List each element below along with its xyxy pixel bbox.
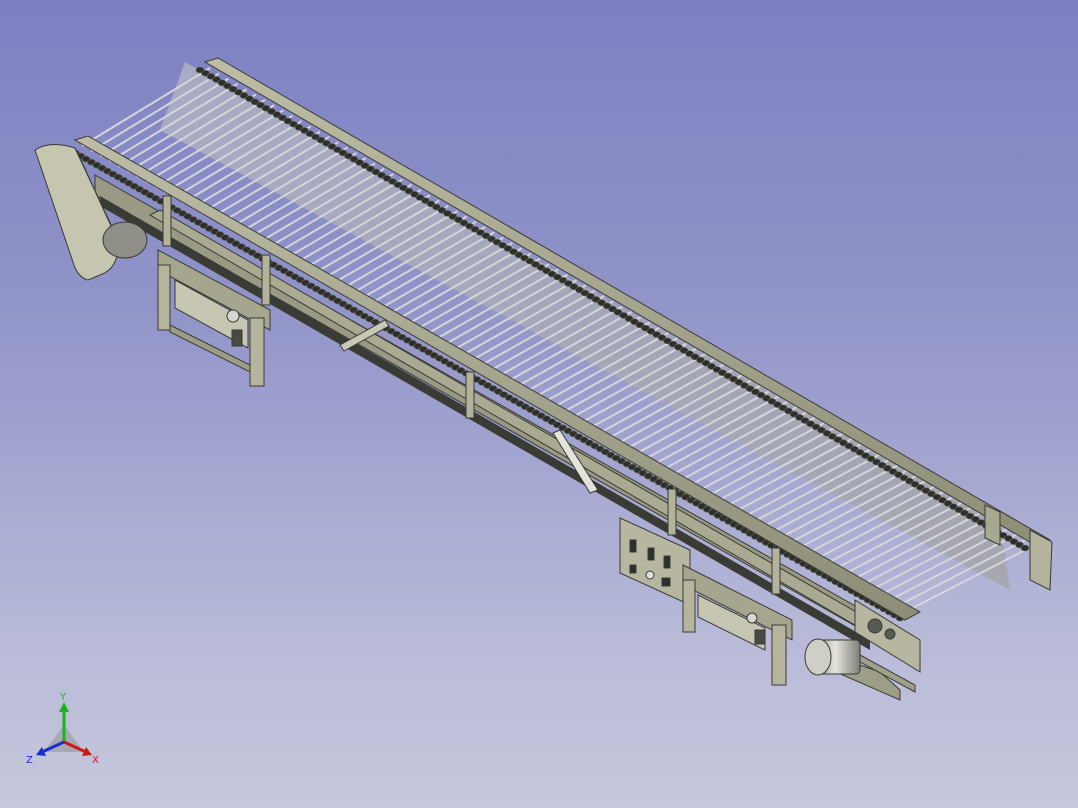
y-axis-label: Y (59, 692, 67, 703)
3d-viewport[interactable]: Y X Z (0, 0, 1078, 808)
x-axis-label: X (92, 755, 99, 766)
conveyor-model[interactable] (0, 0, 1078, 808)
z-axis-label: Z (26, 755, 33, 766)
front-frame-rail (73, 135, 922, 621)
chain-link (1020, 544, 1030, 552)
back-frame-rail (203, 57, 1051, 549)
orientation-triad[interactable]: Y X Z (22, 690, 108, 770)
y-arrow-icon (59, 702, 69, 712)
